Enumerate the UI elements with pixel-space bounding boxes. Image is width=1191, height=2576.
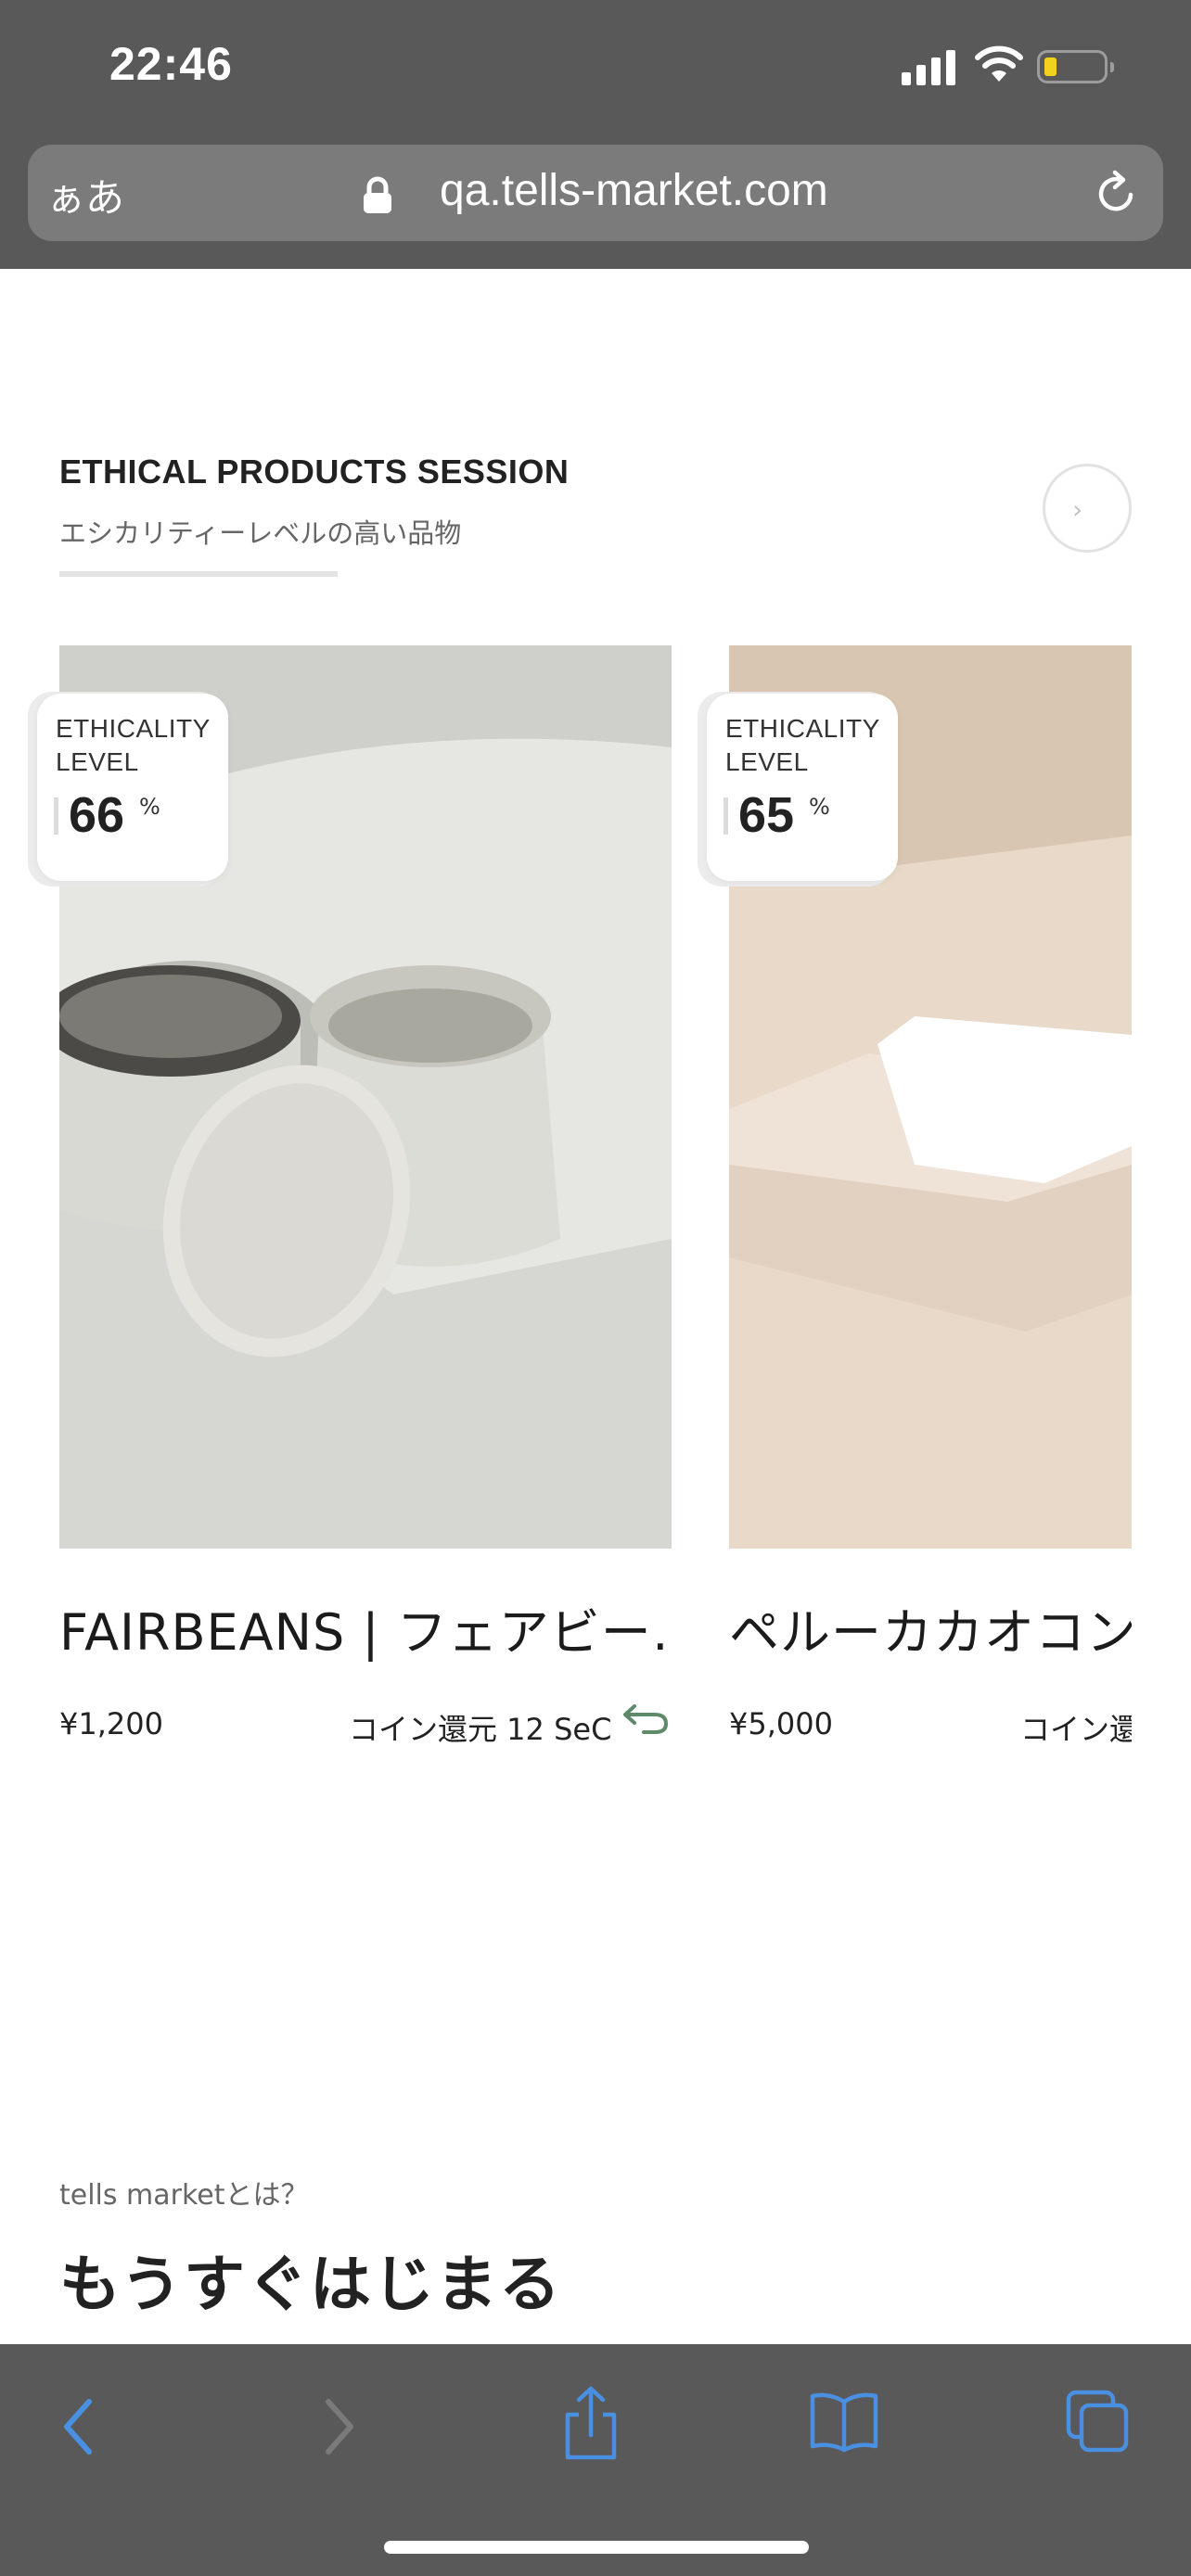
- return-arrow-icon: [623, 1704, 669, 1734]
- address-bar[interactable]: ぁあ qa.tells-market.com: [28, 145, 1163, 241]
- coin-reward: コイン還: [1020, 1712, 1132, 1747]
- ethicality-level-unit: %: [139, 794, 160, 820]
- cellular-signal-icon: [902, 48, 957, 85]
- status-time: 22:46: [109, 38, 233, 90]
- badge-label: ETHICALITY: [725, 714, 880, 743]
- chevron-right-icon[interactable]: [315, 2394, 362, 2459]
- coin-reward: コイン還元 12 SeC: [349, 1712, 612, 1747]
- chevron-left-icon[interactable]: [56, 2394, 102, 2459]
- section-title: ETHICAL PRODUCTS SESSION: [59, 453, 570, 491]
- about-label: tells marketとは？: [59, 2179, 309, 2212]
- home-indicator: [384, 2541, 809, 2554]
- browser-chrome-top: 22:46 ぁあ qa.tells-market.com: [0, 0, 1191, 269]
- reload-icon[interactable]: [1093, 169, 1139, 217]
- section-underline: [59, 571, 338, 577]
- about-heading: もうすぐはじまる: [59, 2249, 563, 2320]
- section-next-button[interactable]: ›: [1043, 464, 1132, 553]
- chevron-right-icon: ›: [1072, 494, 1083, 525]
- product-name[interactable]: ペルーカカオコン: [729, 1591, 1132, 1664]
- url-text[interactable]: qa.tells-market.com: [440, 165, 828, 216]
- book-icon[interactable]: [809, 2391, 879, 2454]
- product-price: ¥1,200: [59, 1706, 163, 1741]
- ethicality-level-value: 65: [738, 787, 795, 843]
- tabs-icon[interactable]: [1065, 2389, 1132, 2455]
- wifi-icon: [975, 45, 1023, 82]
- section-subtitle: エシカリティーレベルの高い品物: [59, 517, 462, 549]
- badge-label: LEVEL: [56, 747, 139, 776]
- ethicality-level-unit: %: [809, 794, 830, 820]
- product-price: ¥5,000: [729, 1706, 833, 1741]
- ethicality-level-value: 66: [69, 787, 125, 843]
- badge-accent-bar: [724, 797, 728, 835]
- ethicality-badge: ETHICALITY LEVEL 65 %: [707, 694, 898, 881]
- lock-icon: [364, 176, 391, 213]
- text-size-button[interactable]: ぁあ: [46, 167, 124, 223]
- battery-icon: [1037, 50, 1114, 83]
- share-icon[interactable]: [560, 2385, 621, 2463]
- badge-label: ETHICALITY: [56, 714, 211, 743]
- badge-label: LEVEL: [725, 747, 809, 776]
- product-name[interactable]: FAIRBEANS | フェアビー…: [59, 1591, 672, 1664]
- ethicality-badge: ETHICALITY LEVEL 66 %: [37, 694, 228, 881]
- badge-accent-bar: [54, 797, 58, 835]
